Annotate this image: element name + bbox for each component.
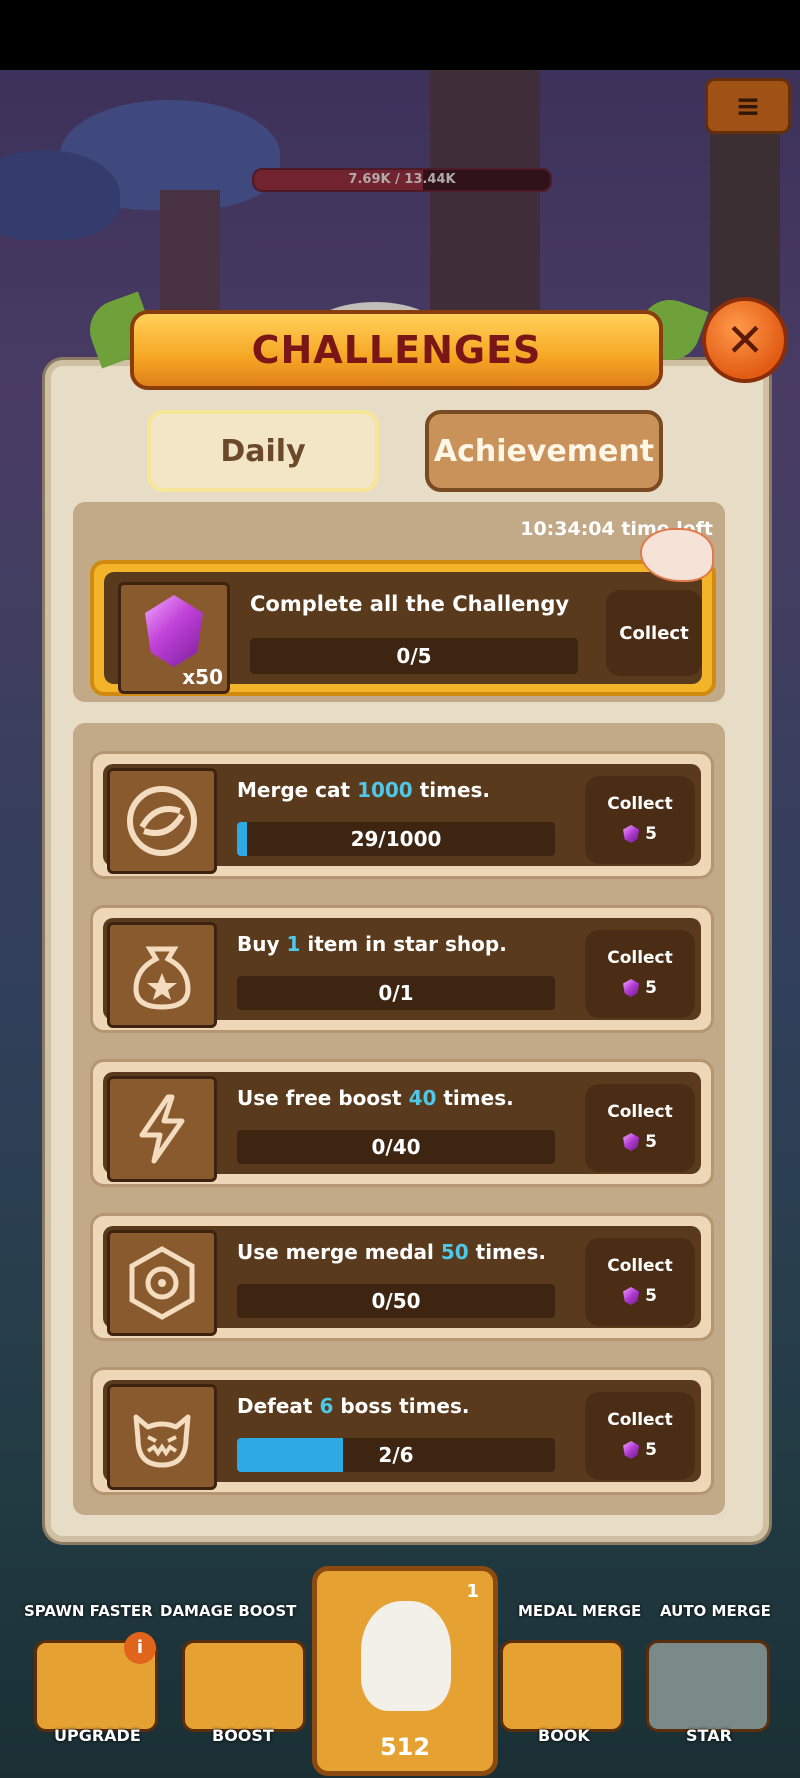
task-title: Use merge medal 50 times. xyxy=(237,1240,546,1264)
task-progress-bar: 0/40 xyxy=(237,1130,555,1164)
collect-label: Collect xyxy=(607,1102,673,1122)
task-icon-box xyxy=(107,1076,217,1182)
task-inner: Defeat 6 boss times. 2/6 Collect 5 xyxy=(103,1380,701,1490)
task-progress-bar: 0/1 xyxy=(237,976,555,1010)
main-challenge-title: Complete all the Challengy xyxy=(250,592,570,616)
collect-label: Collect xyxy=(607,1256,673,1276)
label-upgrade: UPGRADE xyxy=(54,1726,141,1745)
main-challenge-progress: 0/5 xyxy=(250,638,578,674)
task-item: Use merge medal 50 times. 0/50 Collect 5 xyxy=(90,1213,714,1341)
gem-icon xyxy=(623,1287,640,1305)
boost-button[interactable] xyxy=(182,1640,306,1732)
task-title: Defeat 6 boss times. xyxy=(237,1394,470,1418)
close-icon: ✕ xyxy=(725,313,765,367)
collect-label: Collect xyxy=(607,1410,673,1430)
task-title: Merge cat 1000 times. xyxy=(237,778,491,802)
label-medal-merge: MEDAL MERGE xyxy=(518,1602,642,1620)
collect-button[interactable]: Collect 5 xyxy=(585,776,695,864)
status-bar xyxy=(0,0,800,70)
lightning-icon xyxy=(139,1094,185,1164)
challenges-banner: CHALLENGES xyxy=(130,310,663,390)
main-challenge-card: x50 Complete all the Challengy 0/5 Colle… xyxy=(90,560,716,696)
collect-reward: 5 xyxy=(585,824,695,844)
label-book: BOOK xyxy=(538,1726,590,1745)
task-progress-text: 29/1000 xyxy=(350,827,442,851)
collect-label: Collect xyxy=(607,948,673,968)
collect-label: Collect xyxy=(607,794,673,814)
collect-reward: 5 xyxy=(585,1440,695,1460)
spawn-price: 512 xyxy=(379,1733,431,1761)
task-inner: Use free boost 40 times. 0/40 Collect 5 xyxy=(103,1072,701,1182)
book-button[interactable] xyxy=(500,1640,624,1732)
task-inner: Merge cat 1000 times. 29/1000 Collect 5 xyxy=(103,764,701,874)
label-spawn-faster: SPAWN FASTER xyxy=(24,1602,153,1620)
swirl-icon xyxy=(127,786,197,856)
task-progress-text: 0/1 xyxy=(378,981,414,1005)
star-button[interactable] xyxy=(646,1640,770,1732)
reward-multiplier: x50 xyxy=(182,665,223,689)
spawn-cat-button[interactable]: 1 512 xyxy=(312,1566,498,1776)
medal-icon xyxy=(129,1246,195,1320)
main-challenge-inner: x50 Complete all the Challengy 0/5 Colle… xyxy=(104,572,702,694)
collect-reward: 5 xyxy=(585,1132,695,1152)
task-title: Use free boost 40 times. xyxy=(237,1086,514,1110)
task-title: Buy 1 item in star shop. xyxy=(237,932,507,956)
boss-face-icon xyxy=(133,1414,191,1468)
label-boost: BOOST xyxy=(212,1726,274,1745)
collect-button[interactable]: Collect 5 xyxy=(585,1238,695,1326)
label-auto-merge: AUTO MERGE xyxy=(660,1602,771,1620)
popup-title: CHALLENGES xyxy=(251,328,542,372)
gem-icon xyxy=(623,1133,640,1151)
cat-avatar xyxy=(361,1601,451,1711)
main-challenge-progress-text: 0/5 xyxy=(396,644,432,668)
gem-icon xyxy=(623,1441,640,1459)
task-progress-bar: 2/6 xyxy=(237,1438,555,1472)
star-bag-icon xyxy=(133,946,191,1010)
main-collect-button[interactable]: Collect xyxy=(606,590,702,676)
task-item: Defeat 6 boss times. 2/6 Collect 5 xyxy=(90,1367,714,1495)
gem-icon xyxy=(145,595,203,667)
gem-icon xyxy=(623,825,640,843)
task-item: Merge cat 1000 times. 29/1000 Collect 5 xyxy=(90,751,714,879)
task-icon-box xyxy=(107,1230,217,1336)
label-damage-boost: DAMAGE BOOST xyxy=(160,1602,297,1620)
task-icon-box xyxy=(107,768,217,874)
task-icon-box xyxy=(107,922,217,1028)
label-star: STAR xyxy=(686,1726,732,1745)
task-progress-text: 0/50 xyxy=(371,1289,421,1313)
tab-daily[interactable]: Daily xyxy=(147,410,379,492)
task-list: Merge cat 1000 times. 29/1000 Collect 5 … xyxy=(73,723,725,1515)
task-icon-box xyxy=(107,1384,217,1490)
task-item: Use free boost 40 times. 0/40 Collect 5 xyxy=(90,1059,714,1187)
task-item: Buy 1 item in star shop. 0/1 Collect 5 xyxy=(90,905,714,1033)
task-progress-bar: 29/1000 xyxy=(237,822,555,856)
collect-reward: 5 xyxy=(585,978,695,998)
task-inner: Use merge medal 50 times. 0/50 Collect 5 xyxy=(103,1226,701,1336)
task-progress-text: 2/6 xyxy=(378,1443,414,1467)
collect-reward: 5 xyxy=(585,1286,695,1306)
collect-button[interactable]: Collect 5 xyxy=(585,1084,695,1172)
task-inner: Buy 1 item in star shop. 0/1 Collect 5 xyxy=(103,918,701,1028)
gem-icon xyxy=(623,979,640,997)
task-progress-text: 0/40 xyxy=(371,1135,421,1159)
collect-button[interactable]: Collect 5 xyxy=(585,1392,695,1480)
close-button[interactable]: ✕ xyxy=(702,297,788,383)
task-progress-bar: 0/50 xyxy=(237,1284,555,1318)
tab-achievement[interactable]: Achievement xyxy=(425,410,663,492)
spawn-count: 1 xyxy=(466,1581,479,1602)
info-badge: i xyxy=(124,1632,156,1664)
collect-button[interactable]: Collect 5 xyxy=(585,930,695,1018)
reward-icon-box: x50 xyxy=(118,582,230,694)
